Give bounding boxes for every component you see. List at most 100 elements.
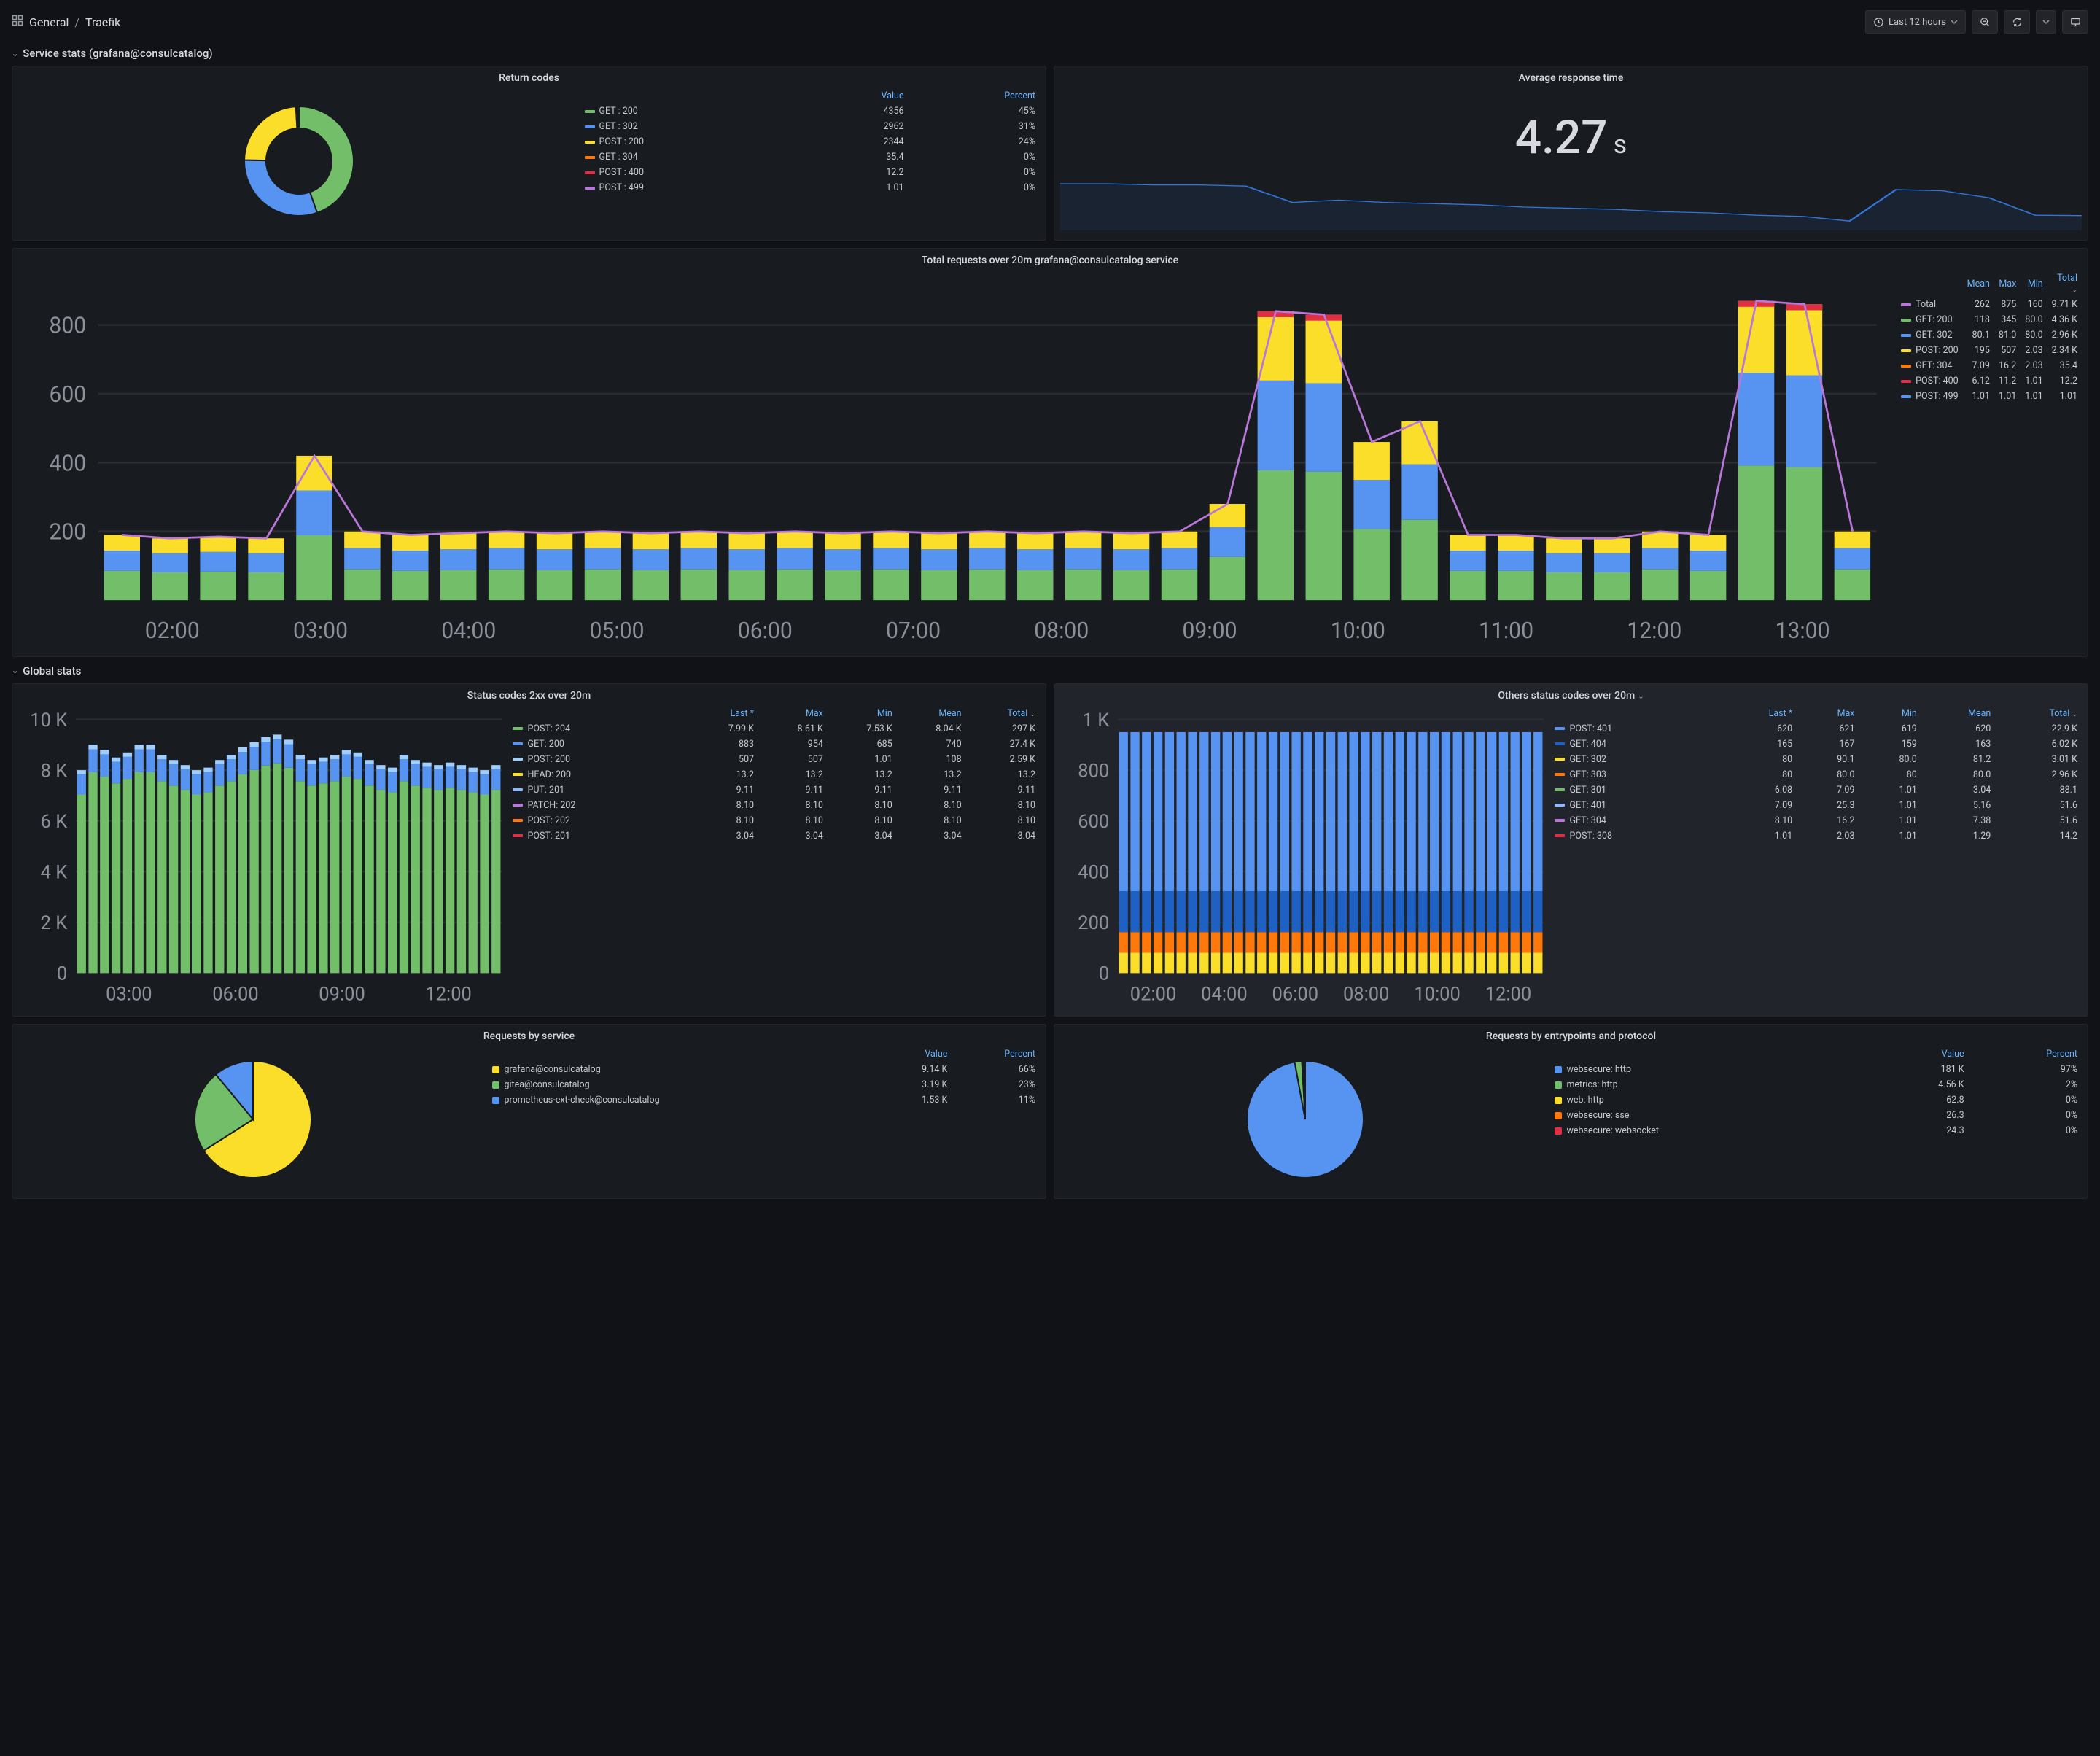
svg-text:2 K: 2 K (41, 912, 68, 934)
svg-text:06:00: 06:00 (212, 983, 259, 1005)
legend-item[interactable]: POST: 2001955072.032.34 K (1897, 343, 2082, 358)
legend-item[interactable]: metrics: http4.56 K2% (1550, 1077, 2082, 1092)
svg-text:03:00: 03:00 (293, 618, 348, 644)
zoom-out-icon (1980, 17, 1991, 28)
legend-item[interactable]: POST : 4991.010% (580, 180, 1040, 195)
svg-text:4 K: 4 K (41, 861, 68, 883)
refresh-button[interactable] (2004, 10, 2030, 34)
chevron-down-icon (1951, 18, 1958, 26)
svg-text:12:00: 12:00 (1627, 618, 1681, 644)
legend-item[interactable]: POST : 40012.20% (580, 165, 1040, 180)
zoom-out-button[interactable] (1972, 10, 1998, 34)
legend-item[interactable]: POST: 2028.108.108.108.108.10 (508, 813, 1040, 828)
svg-text:04:00: 04:00 (1201, 983, 1248, 1005)
legend-item[interactable]: GET: 4017.0925.31.015.1651.6 (1550, 798, 2082, 813)
breadcrumb-page[interactable]: Traefik (85, 15, 120, 29)
breadcrumb[interactable]: General / Traefik (12, 15, 120, 29)
legend-item[interactable]: GET : 200435645% (580, 104, 1040, 119)
panel-req-service: Requests by service ValuePercent grafana… (12, 1024, 1046, 1199)
legend-item[interactable]: PATCH: 2028.108.108.108.108.10 (508, 798, 1040, 813)
legend-item[interactable]: GET : 30435.40% (580, 149, 1040, 165)
status-other-legend: Last *MaxMinMeanTotal ⌄ POST: 4016206216… (1550, 706, 2082, 1010)
svg-text:800: 800 (1078, 760, 1109, 782)
legend-item[interactable]: gitea@consulcatalog3.19 K23% (488, 1077, 1040, 1092)
monitor-icon (2070, 17, 2081, 28)
time-range-picker[interactable]: Last 12 hours (1865, 10, 1966, 34)
svg-text:07:00: 07:00 (886, 618, 941, 644)
svg-text:200: 200 (49, 520, 86, 545)
svg-text:400: 400 (1078, 861, 1109, 883)
legend-item[interactable]: GET: 20088395468574027.4 K (508, 737, 1040, 752)
tv-mode-button[interactable] (2062, 10, 2088, 34)
legend-item[interactable]: POST: 4006.1211.21.0112.2 (1897, 373, 2082, 389)
legend-item[interactable]: GET: 3038080.08080.02.96 K (1550, 767, 2082, 782)
svg-text:06:00: 06:00 (738, 618, 793, 644)
svg-text:05:00: 05:00 (590, 618, 645, 644)
panel-total-req: Total requests over 20m grafana@consulca… (12, 248, 2088, 657)
legend-item[interactable]: POST: 2047.99 K8.61 K7.53 K8.04 K297 K (508, 721, 1040, 737)
svg-text:09:00: 09:00 (1183, 618, 1237, 644)
panel-title[interactable]: Requests by entrypoints and protocol (1060, 1029, 2082, 1046)
svg-text:400: 400 (49, 451, 86, 476)
legend-item[interactable]: prometheus-ext-check@consulcatalog1.53 K… (488, 1092, 1040, 1108)
legend-item[interactable]: websecure: sse26.30% (1550, 1108, 2082, 1123)
svg-text:0: 0 (1099, 963, 1109, 984)
legend-item[interactable]: GET: 3048.1016.21.017.3851.6 (1550, 813, 2082, 828)
legend-item[interactable]: GET: 30280.181.080.02.96 K (1897, 327, 2082, 343)
legend-item[interactable]: Total2628751609.71 K (1897, 297, 2082, 312)
svg-text:08:00: 08:00 (1034, 618, 1089, 644)
chevron-down-icon: ⌄ (12, 49, 18, 58)
return-codes-legend: ValuePercent GET : 200435645%GET : 30229… (580, 88, 1040, 234)
time-range-label: Last 12 hours (1889, 17, 1946, 28)
panel-title[interactable]: Others status codes over 20m⌄ (1060, 688, 2082, 706)
panel-title[interactable]: Average response time (1060, 71, 2082, 88)
panel-title[interactable]: Status codes 2xx over 20m (18, 688, 1040, 706)
svg-text:10:00: 10:00 (1414, 983, 1461, 1005)
panel-title[interactable]: Return codes (18, 71, 1040, 88)
chevron-down-icon[interactable]: ⌄ (1638, 693, 1644, 701)
legend-item[interactable]: PUT: 2019.119.119.119.119.11 (508, 782, 1040, 798)
total-req-chart: 20040060080002:0003:0004:0005:0006:0007:… (18, 271, 1897, 650)
section-service-stats[interactable]: ⌄ Service stats (grafana@consulcatalog) (12, 47, 2088, 60)
svg-text:13:00: 13:00 (1776, 618, 1830, 644)
legend-item[interactable]: websecure: websocket24.30% (1550, 1123, 2082, 1138)
panel-title[interactable]: Requests by service (18, 1029, 1040, 1046)
status-2xx-legend: Last *MaxMinMeanTotal ⌄ POST: 2047.99 K8… (508, 706, 1040, 1010)
req-service-legend: ValuePercent grafana@consulcatalog9.14 K… (488, 1046, 1040, 1192)
svg-text:11:00: 11:00 (1479, 618, 1533, 644)
legend-item[interactable]: HEAD: 20013.213.213.213.213.2 (508, 767, 1040, 782)
legend-item[interactable]: POST: 2013.043.043.043.043.04 (508, 828, 1040, 844)
section-global-stats[interactable]: ⌄ Global stats (12, 664, 2088, 677)
legend-item[interactable]: POST: 4991.011.011.011.01 (1897, 389, 2082, 404)
breadcrumb-root[interactable]: General (29, 15, 69, 29)
svg-text:03:00: 03:00 (106, 983, 152, 1005)
panel-return-codes: Return codes ValuePercent GET : 20043564… (12, 66, 1046, 241)
svg-text:12:00: 12:00 (425, 983, 472, 1005)
req-entry-pie (1060, 1046, 1550, 1192)
legend-item[interactable]: GET: 20011834580.04.36 K (1897, 312, 2082, 327)
svg-text:09:00: 09:00 (319, 983, 365, 1005)
legend-item[interactable]: grafana@consulcatalog9.14 K66% (488, 1062, 1040, 1077)
legend-item[interactable]: POST : 200234424% (580, 134, 1040, 149)
legend-item[interactable]: POST: 2005075071.011082.59 K (508, 752, 1040, 767)
legend-item[interactable]: POST: 3081.012.031.011.2914.2 (1550, 828, 2082, 844)
dashboard-header: General / Traefik Last 12 hours (12, 6, 2088, 42)
legend-item[interactable]: POST: 40162062161962022.9 K (1550, 721, 2082, 737)
avg-resp-sparkline (1060, 172, 2082, 230)
legend-item[interactable]: GET : 302296231% (580, 119, 1040, 134)
apps-icon (12, 15, 23, 29)
return-codes-donut (18, 88, 580, 234)
req-service-pie (18, 1046, 488, 1192)
svg-text:800: 800 (49, 314, 86, 339)
legend-item[interactable]: websecure: http181 K97% (1550, 1062, 2082, 1077)
legend-item[interactable]: GET: 3028090.180.081.23.01 K (1550, 752, 2082, 767)
avg-resp-value: 4.27s (1060, 88, 2082, 172)
legend-item[interactable]: GET: 3047.0916.22.0335.4 (1897, 358, 2082, 373)
legend-item[interactable]: GET: 3016.087.091.013.0488.1 (1550, 782, 2082, 798)
legend-item[interactable]: GET: 4041651671591636.02 K (1550, 737, 2082, 752)
panel-title[interactable]: Total requests over 20m grafana@consulca… (18, 253, 2082, 271)
legend-item[interactable]: web: http62.80% (1550, 1092, 2082, 1108)
svg-text:12:00: 12:00 (1485, 983, 1532, 1005)
panel-avg-resp: Average response time 4.27s (1054, 66, 2088, 241)
refresh-interval-button[interactable] (2036, 10, 2056, 34)
